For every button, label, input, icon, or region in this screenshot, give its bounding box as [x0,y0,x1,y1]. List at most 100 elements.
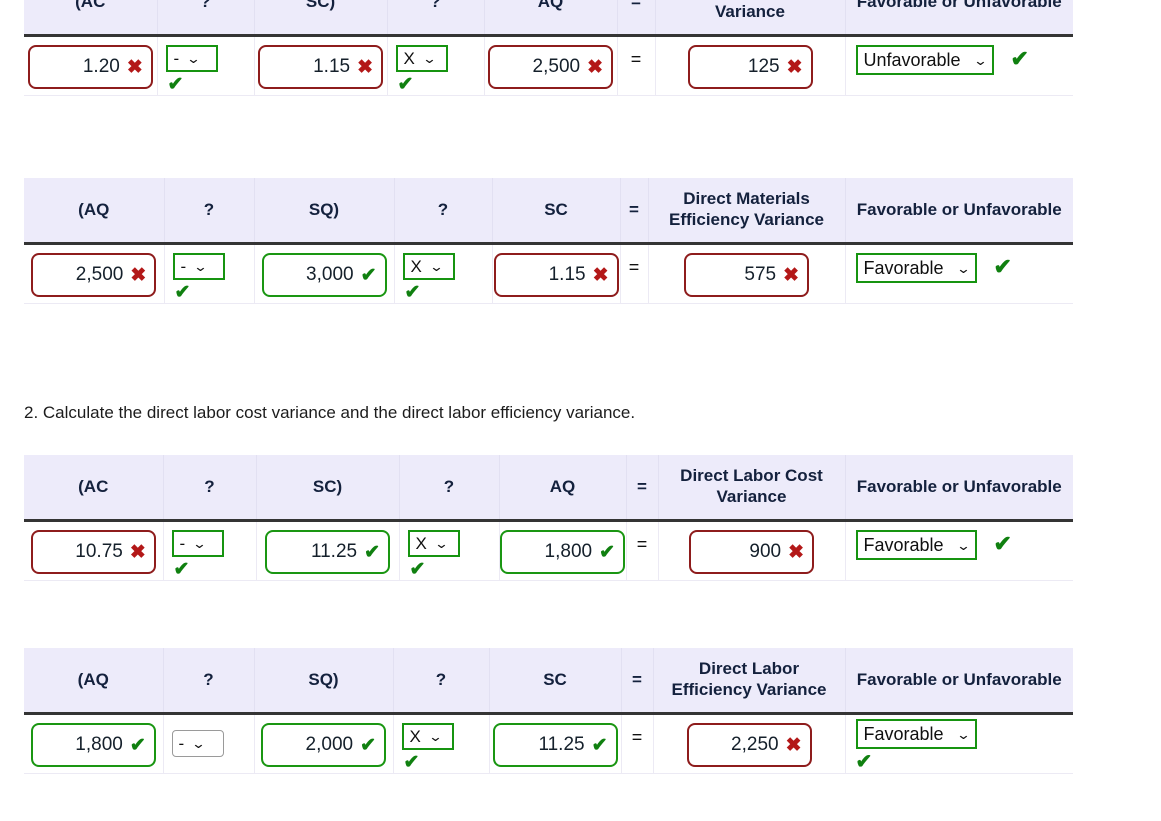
fav-unfav-select[interactable]: Favorable ⌄ [855,530,978,561]
cell-equals: = [626,520,659,582]
aq-input[interactable]: 1,800 ✔ [30,723,156,768]
correct-icon: ✔ [360,264,377,286]
equals-sign: = [628,257,640,278]
correct-icon: ✔ [364,541,380,563]
incorrect-icon: ✖ [592,264,609,286]
chevron-down-icon: ⌄ [972,52,988,68]
chevron-down-icon: ⌄ [955,726,971,742]
sc-input[interactable]: 1.15 ✖ [258,45,383,90]
cell-variance-result: 125 ✖ [655,35,846,97]
col-header-sq: SQ) [254,178,395,246]
op1-select[interactable]: - ⌄ [171,730,224,758]
aq-input[interactable]: 2,500 ✖ [31,253,157,298]
incorrect-icon: ✖ [357,56,373,78]
fav-unfav-select[interactable]: Unfavorable ⌄ [855,45,995,76]
col-header-fav-unfav: Favorable or Unfavorable [845,178,1073,246]
fav-unfav-block: Unfavorable ⌄ ✔ [846,45,1029,76]
ac-input-value: 10.75 [75,541,123,563]
fav-unfav-block: Favorable ⌄ ✔ [846,719,978,772]
equals-sign: = [631,727,643,748]
cell-aq: 2,500 ✖ [484,35,618,97]
aq-input-value: 1,800 [75,734,123,756]
op1-select[interactable]: - ⌄ [172,253,225,281]
cell-equals: = [617,35,656,97]
cell-aq: 1,800 ✔ [24,713,164,775]
chevron-down-icon: ⌄ [192,536,207,552]
op2-select[interactable]: X ⌄ [395,45,448,73]
col-header-ac: (AC [24,0,158,38]
aq-input[interactable]: 2,500 ✖ [488,45,613,90]
sc-input[interactable]: 11.25 ✔ [492,723,618,768]
variance-table-dl-efficiency: (AQ ? SQ) ? SC = Direct Labor Efficiency… [24,648,1073,775]
sc-input-value: 1.15 [313,56,351,78]
op1-block: - ⌄ ✔ [165,45,218,94]
col-header-fav-unfav: Favorable or Unfavorable [845,0,1073,38]
col-header-fav-unfav: Favorable or Unfavorable [845,455,1073,523]
equals-sign: = [630,49,642,70]
op1-select[interactable]: - ⌄ [171,530,224,558]
ac-input[interactable]: 10.75 ✖ [30,530,156,575]
variance-result-value: 2,250 [731,734,779,756]
op1-block: - ⌄ [171,730,224,758]
col-header-fav-unfav: Favorable or Unfavorable [845,648,1073,716]
col-header-aq: (AQ [24,178,165,246]
fav-unfav-select[interactable]: Favorable ⌄ [855,253,978,284]
cell-sc: 11.25 ✔ [256,520,400,582]
table-row: 1.20 ✖ - ⌄ ✔ 1.15 ✖ X ⌄ ✔ 2,500 ✖ = 125 … [24,35,1073,97]
equals-sign: = [636,534,648,555]
ac-input-value: 1.20 [82,56,120,78]
ac-input[interactable]: 1.20 ✖ [27,45,153,90]
correct-icon: ✔ [993,254,1012,280]
cell-fav-unfav: Unfavorable ⌄ ✔ [845,35,1073,97]
op2-select[interactable]: X ⌄ [407,530,460,558]
variance-table-dm-cost: (AC ? SC) ? AQ = Direct Materials Cost V… [24,0,1073,97]
col-header-aq: AQ [499,455,627,523]
col-header-sc: SC) [254,0,388,38]
col-header-variance: Direct Labor Efficiency Variance [653,648,846,716]
variance-result-input[interactable]: 125 ✖ [687,45,813,90]
cell-variance-result: 2,250 ✖ [653,713,846,775]
sc-input[interactable]: 11.25 ✔ [265,530,390,575]
fav-unfav-select[interactable]: Favorable ⌄ [855,719,978,750]
cell-variance-result: 900 ✖ [658,520,846,582]
incorrect-icon: ✖ [126,56,143,78]
op2-select-value: X [410,257,422,277]
variance-table-dl-cost: (AC ? SC) ? AQ = Direct Labor Cost Varia… [24,455,1073,582]
variance-result-input[interactable]: 900 ✖ [689,530,814,575]
variance-result-input[interactable]: 2,250 ✖ [686,723,812,768]
op2-select-value: X [409,727,421,747]
correct-icon: ✔ [1010,46,1029,72]
cell-op1: - ⌄ [163,713,255,775]
incorrect-icon: ✖ [587,56,603,78]
aq-input-value: 1,800 [544,541,593,563]
op2-select-value: X [415,534,427,554]
chevron-down-icon: ⌄ [955,260,971,276]
chevron-down-icon: ⌄ [193,259,208,275]
variance-result-value: 125 [747,56,780,78]
col-header-sq: SQ) [254,648,394,716]
col-header-sc: SC) [256,455,400,523]
correct-icon: ✔ [129,734,146,756]
fav-unfav-block: Favorable ⌄ ✔ [846,253,1012,284]
sq-input[interactable]: 3,000 ✔ [261,253,387,298]
cell-op2: X ⌄ ✔ [393,713,490,775]
aq-input[interactable]: 1,800 ✔ [500,530,625,575]
table-row: 2,500 ✖ - ⌄ ✔ 3,000 ✔ X ⌄ ✔ 1.15 ✖ = 575… [24,243,1073,305]
cell-equals: = [620,243,649,305]
sq-input[interactable]: 2,000 ✔ [261,723,386,768]
variance-result-value: 900 [749,541,782,563]
aq-input-value: 2,500 [75,264,124,286]
variance-result-input[interactable]: 575 ✖ [684,253,809,298]
op2-select[interactable]: X ⌄ [401,723,454,751]
cell-op2: X ⌄ ✔ [399,520,500,582]
chevron-down-icon: ⌄ [186,51,201,67]
cell-op2: X ⌄ ✔ [394,243,493,305]
op1-select[interactable]: - ⌄ [165,45,218,73]
cell-ac: 10.75 ✖ [24,520,164,582]
col-header-equals: = [621,648,654,716]
variance-table-dm-efficiency: (AQ ? SQ) ? SC = Direct Materials Effici… [24,178,1073,305]
sc-input[interactable]: 1.15 ✖ [493,253,619,298]
op2-select[interactable]: X ⌄ [402,253,455,281]
op2-block: X ⌄ ✔ [401,723,454,772]
table-header-row: (AQ ? SQ) ? SC = Direct Materials Effici… [24,178,1073,246]
